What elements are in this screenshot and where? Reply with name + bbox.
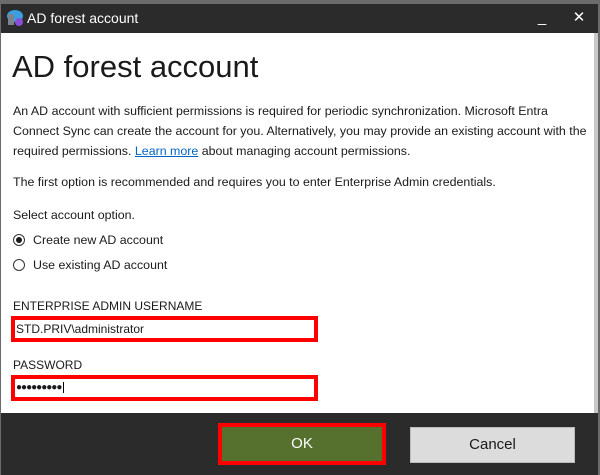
radio-create-new[interactable]: Create new AD account	[13, 233, 163, 247]
learn-more-link[interactable]: Learn more	[135, 144, 198, 158]
title-bar: AD forest account _ ✕	[1, 4, 598, 33]
ok-button[interactable]: OK	[218, 423, 386, 465]
intro-part-2: about managing account permissions.	[198, 144, 411, 158]
text-cursor	[63, 382, 65, 393]
password-label: PASSWORD	[13, 358, 83, 372]
page-title: AD forest account	[12, 49, 259, 84]
radio-label: Create new AD account	[33, 233, 164, 247]
minimize-button[interactable]: _	[530, 7, 554, 29]
dialog-window: AD forest account _ ✕ AD forest account …	[1, 4, 598, 475]
username-label: ENTERPRISE ADMIN USERNAME	[13, 299, 203, 313]
intro-text: An AD account with sufficient permission…	[13, 101, 588, 161]
radio-label: Use existing AD account	[33, 258, 168, 272]
recommend-text: The first option is recommended and requ…	[13, 175, 496, 189]
password-input[interactable]: ●●●●●●●●●	[11, 375, 318, 401]
password-value: ●●●●●●●●●	[16, 382, 62, 393]
username-input[interactable]: STD.PRIV\administrator	[11, 316, 318, 342]
scrollbar[interactable]	[594, 33, 598, 413]
radio-checked-icon[interactable]	[13, 234, 25, 246]
content-area: AD forest account An AD account with suf…	[1, 33, 598, 413]
window-title: AD forest account	[27, 10, 139, 26]
radio-use-existing[interactable]: Use existing AD account	[13, 258, 167, 272]
select-label: Select account option.	[13, 208, 135, 222]
radio-unchecked-icon[interactable]	[13, 259, 25, 271]
close-button[interactable]: ✕	[567, 7, 591, 29]
footer-bar: OK Cancel	[1, 413, 598, 475]
app-icon	[7, 10, 23, 26]
cancel-button[interactable]: Cancel	[410, 427, 575, 463]
